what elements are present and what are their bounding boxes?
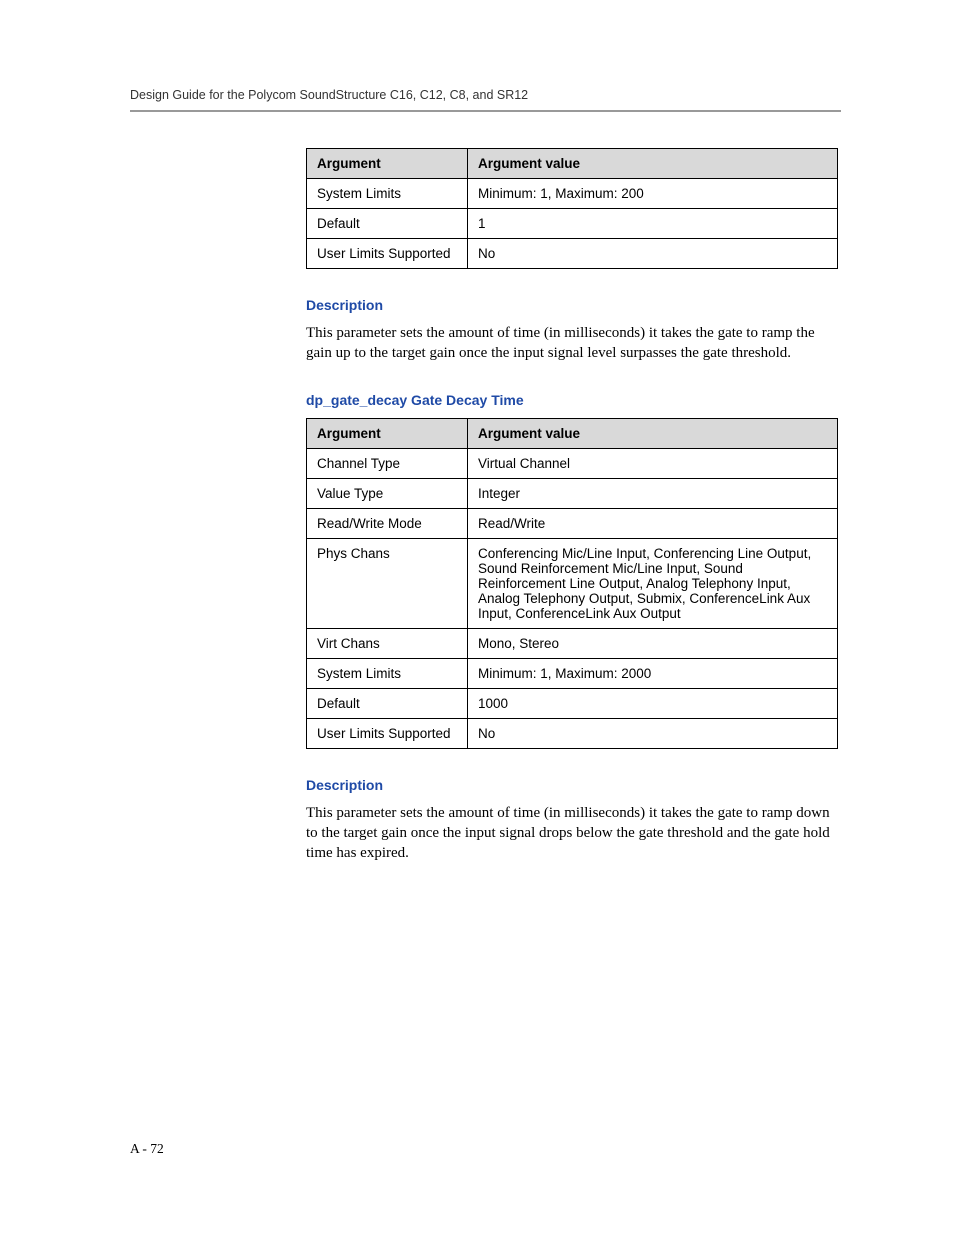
cell-value: Minimum: 1, Maximum: 2000 bbox=[468, 658, 838, 688]
cell-argument: System Limits bbox=[307, 658, 468, 688]
table-row: Channel Type Virtual Channel bbox=[307, 448, 838, 478]
cell-value: Conferencing Mic/Line Input, Conferencin… bbox=[468, 538, 838, 628]
col-argument-value: Argument value bbox=[468, 149, 838, 179]
description-text: This parameter sets the amount of time (… bbox=[306, 323, 838, 364]
cell-argument: User Limits Supported bbox=[307, 718, 468, 748]
parameter-heading: dp_gate_decay Gate Decay Time bbox=[306, 392, 838, 408]
content-column: Argument Argument value System Limits Mi… bbox=[306, 148, 838, 863]
cell-argument: Value Type bbox=[307, 478, 468, 508]
table-header-row: Argument Argument value bbox=[307, 418, 838, 448]
cell-value: No bbox=[468, 718, 838, 748]
cell-value: Minimum: 1, Maximum: 200 bbox=[468, 179, 838, 209]
cell-value: No bbox=[468, 239, 838, 269]
table-row: Value Type Integer bbox=[307, 478, 838, 508]
description-text: This parameter sets the amount of time (… bbox=[306, 803, 838, 864]
header-rule bbox=[130, 110, 841, 112]
cell-argument: User Limits Supported bbox=[307, 239, 468, 269]
col-argument: Argument bbox=[307, 149, 468, 179]
table-header-row: Argument Argument value bbox=[307, 149, 838, 179]
page: Design Guide for the Polycom SoundStruct… bbox=[0, 0, 954, 1235]
cell-value: 1000 bbox=[468, 688, 838, 718]
table-row: Default 1000 bbox=[307, 688, 838, 718]
param-table-2: Argument Argument value Channel Type Vir… bbox=[306, 418, 838, 749]
table-row: System Limits Minimum: 1, Maximum: 2000 bbox=[307, 658, 838, 688]
cell-value: Read/Write bbox=[468, 508, 838, 538]
cell-value: Virtual Channel bbox=[468, 448, 838, 478]
cell-value: 1 bbox=[468, 209, 838, 239]
cell-argument: Default bbox=[307, 209, 468, 239]
param-table-1: Argument Argument value System Limits Mi… bbox=[306, 148, 838, 269]
description-heading: Description bbox=[306, 777, 838, 793]
cell-argument: Read/Write Mode bbox=[307, 508, 468, 538]
running-header: Design Guide for the Polycom SoundStruct… bbox=[130, 88, 841, 102]
page-number: A - 72 bbox=[130, 1141, 164, 1157]
table-row: Read/Write Mode Read/Write bbox=[307, 508, 838, 538]
table-row: System Limits Minimum: 1, Maximum: 200 bbox=[307, 179, 838, 209]
cell-argument: Virt Chans bbox=[307, 628, 468, 658]
cell-argument: System Limits bbox=[307, 179, 468, 209]
cell-argument: Default bbox=[307, 688, 468, 718]
table-row: User Limits Supported No bbox=[307, 239, 838, 269]
table-row: Default 1 bbox=[307, 209, 838, 239]
cell-argument: Channel Type bbox=[307, 448, 468, 478]
cell-value: Mono, Stereo bbox=[468, 628, 838, 658]
table-row: Phys Chans Conferencing Mic/Line Input, … bbox=[307, 538, 838, 628]
col-argument-value: Argument value bbox=[468, 418, 838, 448]
cell-value: Integer bbox=[468, 478, 838, 508]
description-heading: Description bbox=[306, 297, 838, 313]
table-row: Virt Chans Mono, Stereo bbox=[307, 628, 838, 658]
table-row: User Limits Supported No bbox=[307, 718, 838, 748]
col-argument: Argument bbox=[307, 418, 468, 448]
cell-argument: Phys Chans bbox=[307, 538, 468, 628]
